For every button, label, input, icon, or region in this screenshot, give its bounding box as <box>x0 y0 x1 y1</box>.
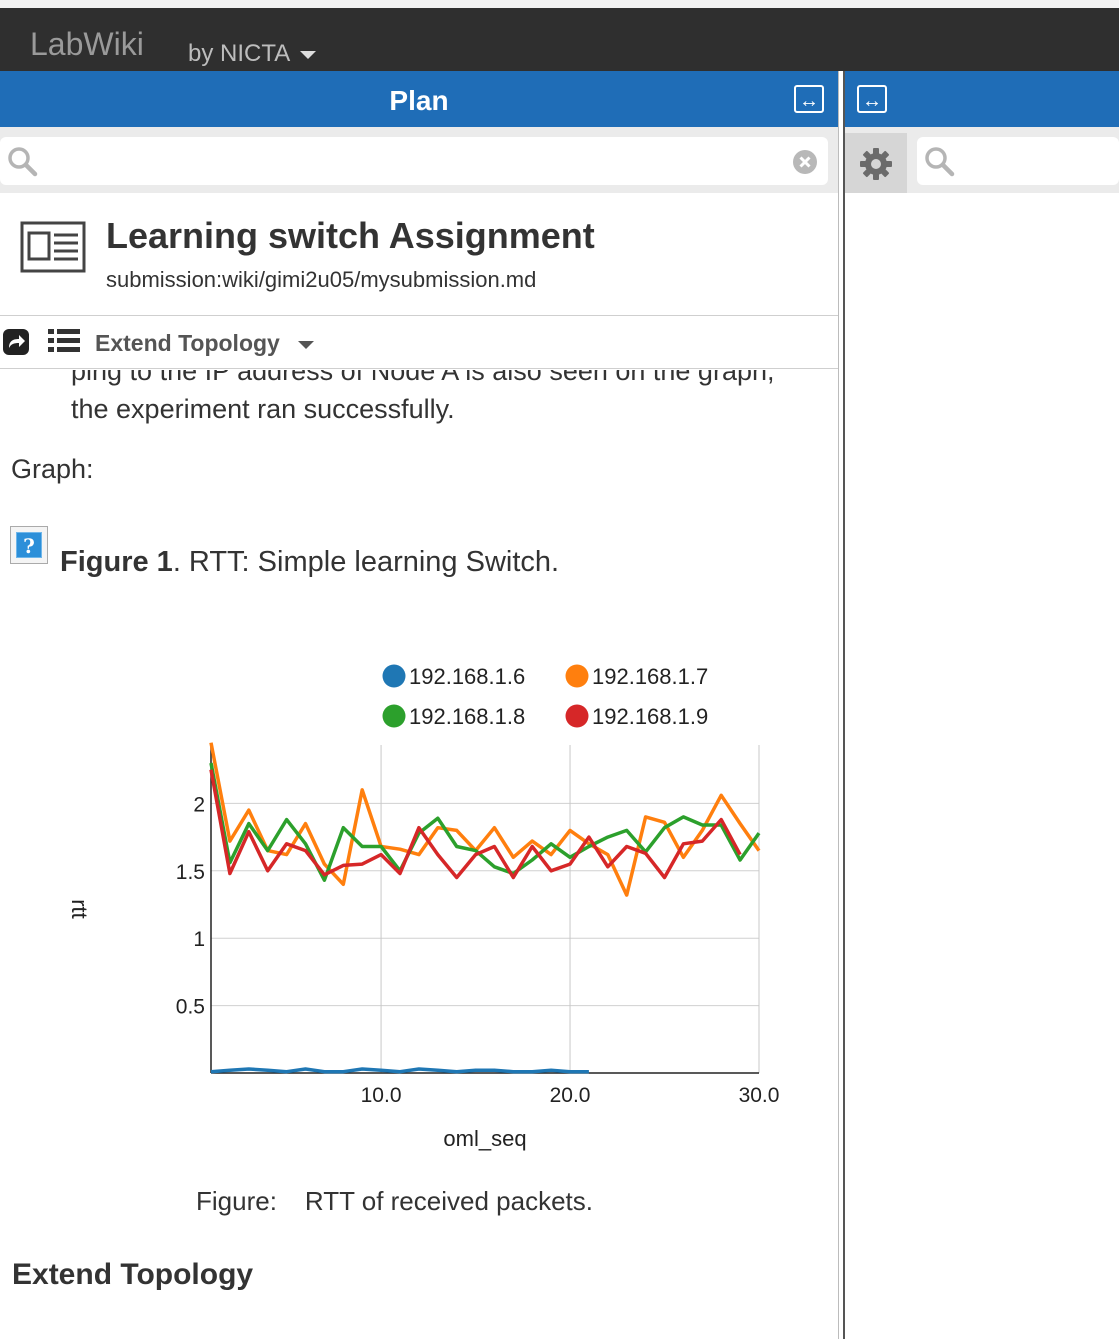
expand-arrows-icon: ↔ <box>799 90 819 112</box>
by-nicta-label: by NICTA <box>188 40 291 67</box>
chart-caption-text: RTT of received packets. <box>304 1186 593 1216</box>
legend-swatch <box>382 664 406 688</box>
plan-search-field <box>0 137 828 185</box>
section-dropdown-label: Extend Topology <box>95 330 280 356</box>
document-content[interactable]: ping to the IP address of Node A is also… <box>0 370 838 1339</box>
search-icon <box>923 145 955 177</box>
legend-swatch <box>565 664 589 688</box>
right-panel-toolbar <box>845 127 1119 193</box>
by-nicta-menu[interactable]: by NICTA <box>188 40 317 68</box>
chevron-down-icon <box>300 50 317 59</box>
settings-button[interactable] <box>845 133 907 193</box>
document-header: Learning switch Assignment submission:wi… <box>0 193 838 315</box>
y-tick-label: 1.5 <box>176 861 205 884</box>
document-path: submission:wiki/gimi2u05/mysubmission.md <box>106 267 537 292</box>
expand-right-panel-button[interactable]: ↔ <box>857 85 887 113</box>
series-line-192-168-1-6 <box>210 1067 589 1074</box>
search-icon <box>6 145 38 177</box>
paragraph-text: ping to the IP address of Node A is also… <box>71 370 775 424</box>
chart-caption-label: Figure: <box>196 1186 277 1216</box>
right-panel-header: ↔ <box>845 71 1119 127</box>
browser-top-strip <box>0 0 1119 8</box>
top-navbar: LabWiki by NICTA <box>0 8 1119 71</box>
plan-search-input[interactable] <box>44 143 778 181</box>
chart-caption: Figure: RTT of received packets. <box>196 1186 593 1217</box>
panel-divider[interactable] <box>838 71 845 1339</box>
rtt-line-chart: 0.5 1 1.5 2 10.0 20.0 30.0 oml_seq rtt 192.168.1.… <box>67 664 780 1151</box>
legend-label: 192.168.1.7 <box>592 664 708 689</box>
list-icon[interactable] <box>48 328 80 359</box>
expand-panel-button[interactable]: ↔ <box>794 85 824 113</box>
broken-image-placeholder: ? <box>10 526 48 564</box>
question-icon: ? <box>16 532 42 558</box>
clear-search-icon[interactable] <box>792 149 818 175</box>
y-tick-label: 0.5 <box>176 996 205 1019</box>
expand-arrows-icon: ↔ <box>862 90 882 112</box>
document-title: Learning switch Assignment <box>106 215 595 256</box>
figure-caption-number: Figure 1 <box>60 546 173 578</box>
content-fade <box>0 1290 838 1339</box>
graph-label: Graph: <box>11 454 94 484</box>
legend-label: 192.168.1.8 <box>409 704 525 729</box>
gear-icon <box>859 147 893 181</box>
right-search-input[interactable] <box>961 143 1115 181</box>
section-dropdown[interactable]: Extend Topology <box>95 330 314 357</box>
y-tick-label: 1 <box>193 928 205 951</box>
share-icon[interactable] <box>2 328 30 361</box>
x-tick-label: 30.0 <box>739 1084 780 1107</box>
document-toolbar: Extend Topology <box>0 315 838 369</box>
figure-caption-text: . RTT: Simple learning Switch. <box>172 546 560 578</box>
section-heading: Extend Topology <box>12 1258 254 1291</box>
plan-panel-header: Plan ↔ <box>0 71 838 127</box>
right-search-field <box>917 137 1119 185</box>
x-tick-label: 10.0 <box>361 1084 402 1107</box>
y-axis-label: rtt <box>67 899 92 919</box>
document-icon <box>20 221 86 278</box>
legend-swatch <box>565 704 589 728</box>
plan-panel-title: Plan <box>389 85 449 116</box>
x-axis-label: oml_seq <box>443 1126 526 1151</box>
legend-label: 192.168.1.9 <box>592 704 708 729</box>
chevron-down-icon <box>297 340 314 349</box>
legend-label: 192.168.1.6 <box>409 664 525 689</box>
series-line-192-168-1-8 <box>209 762 761 882</box>
brand-logo[interactable]: LabWiki <box>30 26 144 63</box>
figure-caption: Figure 1. RTT: Simple learning Switch. <box>60 546 559 579</box>
y-tick-label: 2 <box>193 793 205 816</box>
plan-search-bar <box>0 127 838 193</box>
x-tick-label: 20.0 <box>550 1084 591 1107</box>
legend-swatch <box>382 704 406 728</box>
